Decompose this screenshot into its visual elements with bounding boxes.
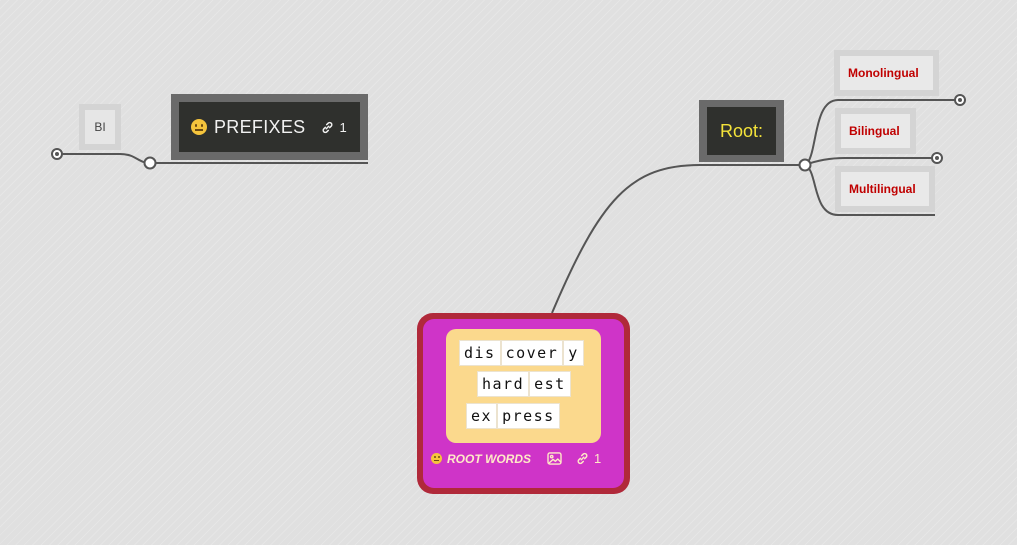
word-tiles-panel: dis cover y hard est ex press: [446, 329, 601, 443]
root-collapse-handle: [798, 158, 812, 172]
root-words-node[interactable]: dis cover y hard est ex press ROOT WORDS: [417, 313, 630, 494]
link-icon: [577, 452, 588, 465]
link-icon: [322, 121, 333, 133]
root-words-link-count: 1: [594, 451, 602, 466]
prefixes-node-label: PREFIXES: [214, 116, 306, 137]
word-tile: hard: [478, 372, 529, 396]
monolingual-label: Monolingual: [840, 56, 933, 90]
connector-rootwords-to-root: [551, 164, 805, 314]
root-words-label: ROOT WORDS: [447, 451, 531, 466]
word-tile: ex: [467, 404, 497, 428]
prefixes-collapse-handle: [143, 156, 157, 170]
word-row-express: ex press: [467, 404, 561, 428]
word-tile: y: [564, 341, 583, 365]
prefixes-node[interactable]: PREFIXES 1: [171, 94, 368, 160]
word-tile: est: [530, 372, 570, 396]
bilingual-node[interactable]: Bilingual: [835, 108, 916, 154]
multilingual-node[interactable]: Multilingual: [835, 166, 935, 212]
neutral-face-icon: [431, 453, 442, 464]
word-tile: dis: [460, 341, 500, 365]
multilingual-label: Multilingual: [841, 172, 929, 206]
prefixes-link-indicator[interactable]: 1: [321, 119, 347, 135]
monolingual-node[interactable]: Monolingual: [834, 50, 939, 96]
bilingual-label: Bilingual: [841, 114, 910, 148]
connector-root-to-bilingual: [804, 157, 937, 166]
word-row-discovery: dis cover y: [460, 341, 585, 365]
root-words-link-indicator[interactable]: 1: [576, 451, 601, 466]
root-node[interactable]: Root:: [699, 100, 784, 162]
root-words-footer: ROOT WORDS 1: [431, 451, 601, 466]
image-icon[interactable]: [547, 452, 562, 465]
bi-node-label: BI: [85, 110, 115, 144]
word-tile: cover: [501, 341, 563, 365]
word-tile: press: [498, 404, 559, 428]
bi-node[interactable]: BI: [79, 104, 121, 150]
prefixes-link-count: 1: [339, 119, 347, 135]
root-node-label: Root:: [719, 120, 764, 141]
neutral-face-icon: [191, 119, 207, 135]
word-row-hardest: hard est: [478, 372, 572, 396]
